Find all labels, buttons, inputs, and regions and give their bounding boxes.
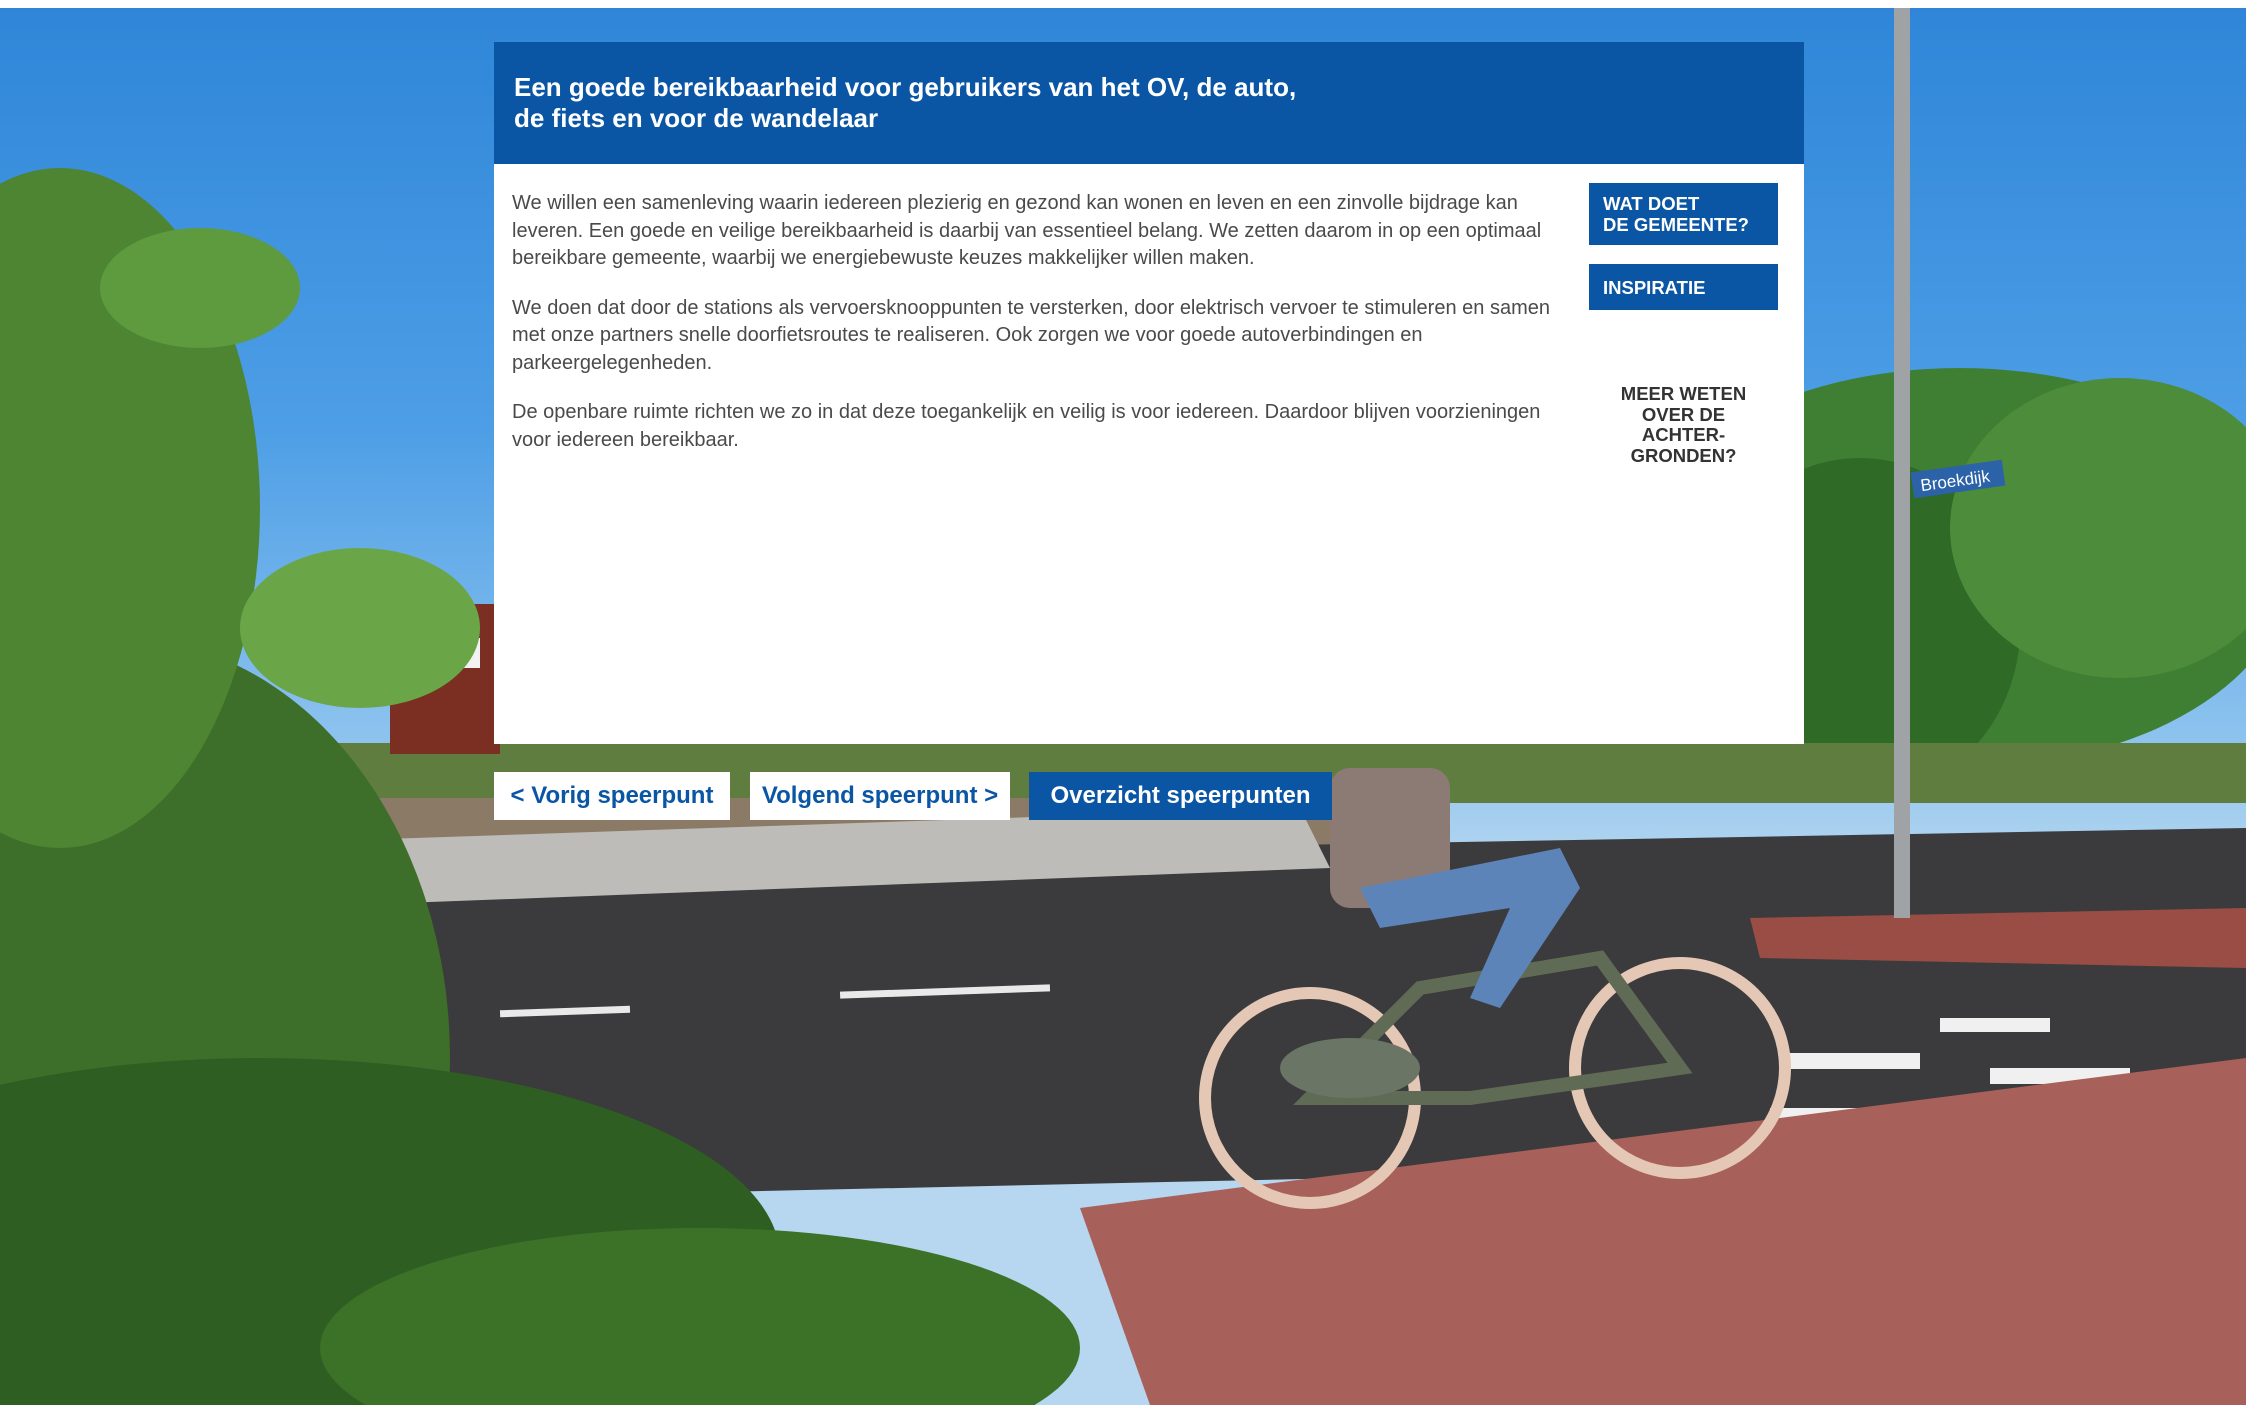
dialog-header: Een goede bereikbaarheid voor gebruikers… <box>494 42 1804 164</box>
speerpunt-dialog: Een goede bereikbaarheid voor gebruikers… <box>494 42 1804 744</box>
wat-doet-label-line-1: WAT DOET <box>1603 193 1700 214</box>
meer-weten-line-1: MEER WETEN <box>1620 383 1747 404</box>
wat-doet-label-line-2: DE GEMEENTE? <box>1603 214 1749 235</box>
body-paragraph-1: We willen een samenleving waarin iederee… <box>512 192 1542 269</box>
meer-weten-link[interactable]: MEER WETEN OVER DE ACHTER- GRONDEN? <box>1589 383 1778 466</box>
wat-doet-de-gemeente-button[interactable]: WAT DOET DE GEMEENTE? <box>1589 183 1778 245</box>
meer-weten-line-3: ACHTER- <box>1641 424 1726 445</box>
previous-speerpunt-button[interactable]: < Vorig speerpunt <box>494 772 730 820</box>
body-paragraph-3: De openbare ruimte richten we zo in dat … <box>512 401 1541 451</box>
dialog-title-line-2: de fiets en voor de wandelaar <box>514 103 879 133</box>
meer-weten-line-2: OVER DE <box>1641 403 1726 425</box>
meer-weten-line-4: GRONDEN? <box>1630 444 1737 466</box>
inspiratie-button[interactable]: INSPIRATIE <box>1589 264 1778 310</box>
next-speerpunt-button[interactable]: Volgend speerpunt > <box>750 772 1010 820</box>
overview-speerpunten-button[interactable]: Overzicht speerpunten <box>1029 772 1332 820</box>
dialog-body: We willen een samenleving waarin iederee… <box>512 190 1562 476</box>
dialog-title-line-1: Een goede bereikbaarheid voor gebruikers… <box>514 72 1297 102</box>
body-paragraph-2: We doen dat door de stations als vervoer… <box>512 296 1550 374</box>
dialog-title: Een goede bereikbaarheid voor gebruikers… <box>514 72 1514 134</box>
inspiratie-label: INSPIRATIE <box>1603 277 1706 298</box>
